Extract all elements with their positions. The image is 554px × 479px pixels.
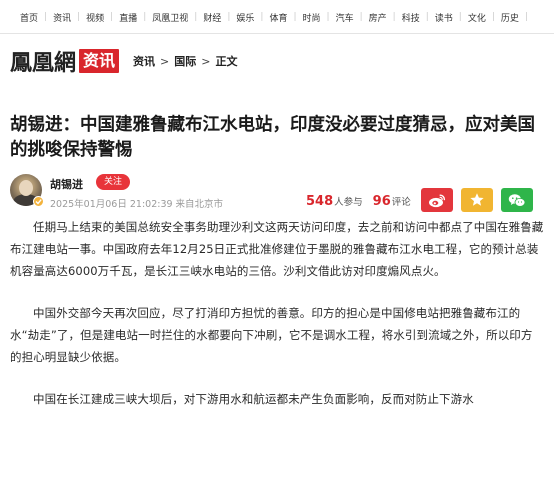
nav-label[interactable]: 资讯 — [53, 11, 71, 24]
nav-divider: | — [359, 12, 363, 22]
nav-label[interactable]: 凤凰卫视 — [152, 11, 188, 24]
nav-label[interactable]: 汽车 — [336, 11, 354, 24]
breadcrumb-item-international[interactable]: 国际 — [174, 53, 196, 69]
breadcrumb-separator: > — [160, 54, 170, 68]
nav-item-video[interactable]: 视频 | — [86, 11, 119, 24]
nav-divider: | — [425, 12, 429, 22]
weibo-icon — [429, 193, 446, 207]
nav-item-entertainment[interactable]: 娱乐 | — [236, 11, 269, 24]
comments-count[interactable]: 96 — [373, 194, 391, 209]
nav-label[interactable]: 科技 — [402, 11, 420, 24]
favorite-star-icon — [470, 193, 484, 206]
breadcrumb-item-news[interactable]: 资讯 — [133, 53, 155, 69]
nav-item-home[interactable]: 首页 | — [20, 11, 53, 24]
nav-label[interactable]: 财经 — [203, 11, 221, 24]
author-name[interactable]: 胡锡进 — [50, 176, 83, 192]
nav-divider: | — [77, 12, 81, 22]
nav-label[interactable]: 直播 — [119, 11, 137, 24]
nav-item-house[interactable]: 房产 | — [369, 11, 402, 24]
nav-item-phoenix-tv[interactable]: 凤凰卫视 | — [152, 11, 203, 24]
follow-button[interactable]: 关注 — [96, 174, 131, 190]
nav-label[interactable]: 历史 — [501, 11, 519, 24]
article-title: 胡锡进：中国建雅鲁藏布江水电站，印度没必要过度猜忌，应对美国的挑唆保持警惕 — [10, 115, 535, 160]
article-body: 任期马上结束的美国总统安全事务助理沙利文这两天访问印度，去之前和访问中都点了中国… — [10, 216, 544, 430]
site-logo[interactable]: 鳳凰網 资讯 — [10, 45, 120, 77]
article-paragraph: 任期马上结束的美国总统安全事务助理沙利文这两天访问印度，去之前和访问中都点了中国… — [10, 220, 544, 278]
share-weibo-button[interactable] — [421, 188, 453, 212]
participants-count: 548 — [306, 194, 334, 209]
nav-item-fashion[interactable]: 时尚 | — [303, 11, 336, 24]
nav-label[interactable]: 娱乐 — [236, 11, 254, 24]
nav-divider: | — [293, 12, 297, 22]
nav-divider: | — [110, 12, 114, 22]
breadcrumb-item-current: 正文 — [215, 55, 238, 68]
site-header: 鳳凰網 资讯 资讯 > 国际 > 正文 — [10, 44, 237, 78]
nav-divider: | — [227, 12, 231, 22]
nav-item-culture[interactable]: 文化 | — [468, 11, 501, 24]
share-wechat-button[interactable] — [501, 188, 533, 212]
article-paragraph: 中国在长江建成三峡大坝后，对下游用水和航运都未产生负面影响，反而对防止下游水 — [33, 392, 474, 406]
publish-meta: 2025年01月06日 21:02:39 来自北京市 — [50, 199, 224, 210]
participants-label: 人参与 — [334, 197, 363, 208]
wechat-icon — [508, 193, 526, 207]
avatar-face — [19, 180, 33, 196]
nav-divider: | — [143, 12, 147, 22]
nav-item-live[interactable]: 直播 | — [119, 11, 152, 24]
favorite-button[interactable] — [461, 188, 493, 212]
top-nav: 首页 | 资讯 | 视频 | 直播 | 凤凰卫视 | 财经 | 娱乐 | 体育 | 时尚 | 汽车… — [0, 0, 554, 34]
nav-item-news[interactable]: 资讯 | — [53, 11, 86, 24]
nav-item-books[interactable]: 读书 | — [435, 11, 468, 24]
nav-label[interactable]: 文化 — [468, 11, 486, 24]
breadcrumb-separator: > — [201, 54, 211, 68]
nav-item-sports[interactable]: 体育 | — [269, 11, 302, 24]
nav-item-tech[interactable]: 科技 | — [402, 11, 435, 24]
nav-label[interactable]: 房产 — [369, 11, 387, 24]
nav-label[interactable]: 首页 — [20, 11, 38, 24]
verified-badge-icon — [33, 196, 44, 207]
author-bar: 胡锡进 关注 2025年01月06日 21:02:39 来自北京市 548 人参… — [10, 172, 554, 212]
nav-item-history[interactable]: 历史 | — [501, 11, 534, 24]
nav-item-auto[interactable]: 汽车 | — [336, 11, 369, 24]
comments-label[interactable]: 评论 — [392, 194, 411, 208]
breadcrumb: 资讯 > 国际 > 正文 — [133, 53, 237, 69]
nav-divider: | — [260, 12, 264, 22]
nav-divider: | — [491, 12, 495, 22]
nav-divider: | — [326, 12, 330, 22]
logo-channel-badge[interactable]: 资讯 — [79, 49, 120, 73]
nav-divider: | — [524, 12, 528, 22]
nav-label[interactable]: 读书 — [435, 11, 453, 24]
nav-label[interactable]: 视频 — [86, 11, 104, 24]
logo-wordmark[interactable]: 鳳凰網 — [10, 45, 76, 77]
nav-divider: | — [194, 12, 198, 22]
article-paragraph: 中国外交部今天再次回应，尽了打消印方担忧的善意。印方的担心是中国修电站把雅鲁藏布… — [10, 306, 533, 364]
nav-label[interactable]: 体育 — [269, 11, 287, 24]
nav-label[interactable]: 时尚 — [303, 11, 321, 24]
nav-item-finance[interactable]: 财经 | — [203, 11, 236, 24]
nav-divider: | — [392, 12, 396, 22]
nav-divider: | — [44, 12, 48, 22]
nav-divider: | — [458, 12, 462, 22]
engagement-counts: 548 人参与 96 评论 — [306, 194, 411, 209]
